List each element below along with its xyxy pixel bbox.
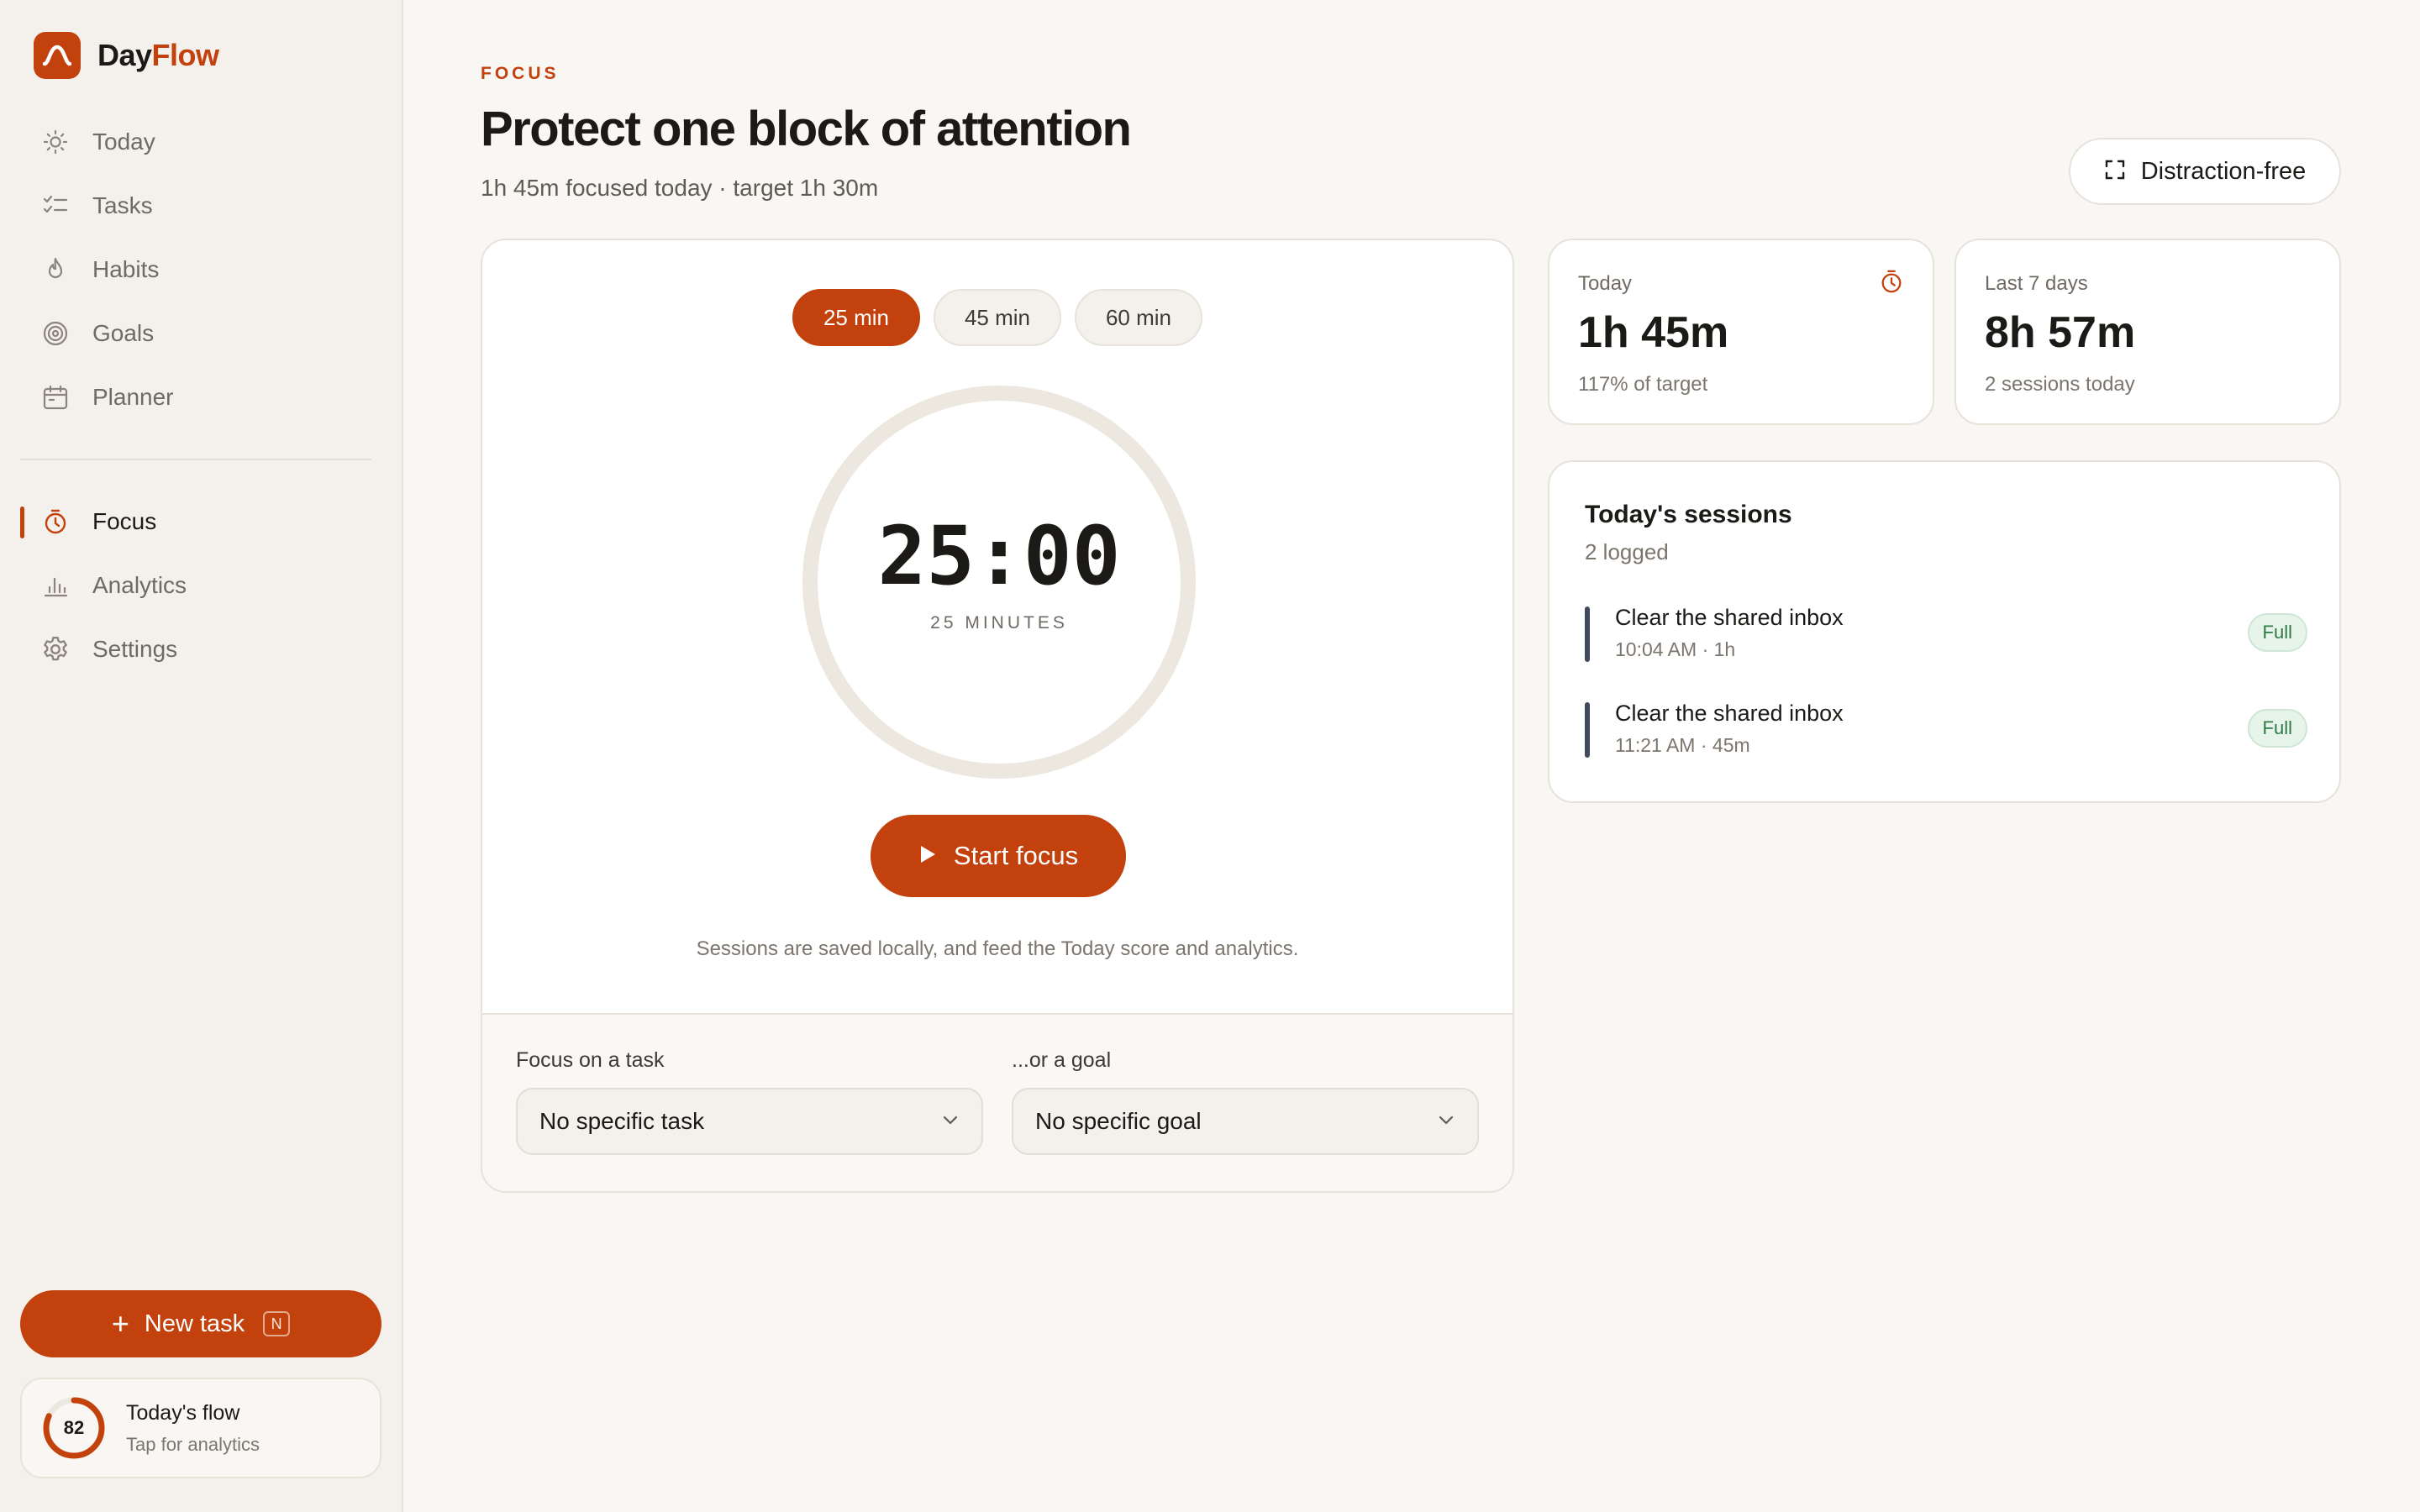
task-select[interactable]: No specific task: [516, 1088, 983, 1155]
stat-value: 8h 57m: [1985, 308, 2136, 357]
duration-selector: 25 min 45 min 60 min: [482, 289, 1512, 346]
duration-25-button[interactable]: 25 min: [792, 289, 920, 346]
session-name: Clear the shared inbox: [1615, 701, 1844, 726]
start-focus-button[interactable]: Start focus: [871, 815, 1126, 897]
stat-label: Today: [1578, 272, 1633, 295]
sidebar-item-analytics[interactable]: Analytics: [20, 556, 381, 615]
sidebar-item-habits[interactable]: Habits: [20, 240, 381, 299]
sidebar-item-label: Settings: [92, 636, 178, 662]
focus-target-panel: Focus on a task No specific task ...or a…: [482, 1013, 1512, 1191]
flow-score: 82: [63, 1417, 85, 1438]
duration-45-button[interactable]: 45 min: [934, 289, 1061, 346]
sidebar-divider: [20, 459, 371, 460]
distraction-free-button[interactable]: Distraction-free: [2069, 138, 2341, 205]
sidebar-item-today[interactable]: Today: [20, 113, 381, 171]
session-meta: 11:21 AM · 45m: [1615, 734, 1750, 756]
flow-title: Today's flow: [126, 1400, 240, 1425]
brand[interactable]: DayFlow: [34, 32, 219, 79]
session-marker: [1585, 702, 1590, 758]
expand-icon: [2104, 159, 2126, 185]
duration-60-button[interactable]: 60 min: [1075, 289, 1202, 346]
target-icon: [40, 318, 71, 349]
sidebar-item-focus[interactable]: Focus: [20, 492, 381, 551]
stat-card-last-7-days: Last 7 days 8h 57m 2 sessions today: [1954, 239, 2341, 425]
chevron-down-icon: [1437, 1114, 1455, 1130]
distraction-free-label: Distraction-free: [2140, 157, 2307, 185]
page-title: Protect one block of attention: [481, 102, 1132, 156]
sun-icon: [40, 127, 71, 157]
session-meta: 10:04 AM · 1h: [1615, 638, 1736, 660]
timer-dial: 25:00 25 MINUTES: [802, 385, 1197, 780]
stat-subtext: 2 sessions today: [1985, 373, 2135, 396]
sidebar-item-label: Tasks: [92, 192, 153, 218]
sidebar-item-label: Planner: [92, 384, 174, 410]
checklist-icon: [40, 191, 71, 221]
shortcut-key: N: [263, 1311, 291, 1336]
flow-subtitle: Tap for analytics: [126, 1433, 260, 1455]
sidebar-item-label: Today: [92, 129, 155, 155]
sidebar-item-settings[interactable]: Settings: [20, 620, 381, 679]
sidebar-item-label: Habits: [92, 256, 160, 282]
task-field: Focus on a task No specific task: [516, 1048, 983, 1155]
bar-chart-icon: [40, 570, 71, 601]
brand-name: DayFlow: [97, 38, 219, 73]
stat-label: Last 7 days: [1985, 272, 2088, 295]
session-item[interactable]: Clear the shared inbox 10:04 AM · 1h Ful…: [1585, 605, 2307, 664]
flow-score-ring: 82: [40, 1394, 108, 1462]
task-field-label: Focus on a task: [516, 1048, 665, 1072]
sidebar-item-tasks[interactable]: Tasks: [20, 176, 381, 235]
sidebar-nav: Today Tasks Habits Goals Planner Focus A…: [20, 113, 381, 684]
sidebar-item-label: Goals: [92, 320, 155, 346]
arch-icon: [34, 32, 81, 79]
session-name: Clear the shared inbox: [1615, 605, 1844, 630]
session-marker: [1585, 606, 1590, 662]
new-task-button[interactable]: + New task N: [20, 1290, 381, 1357]
goal-field-label: ...or a goal: [1012, 1048, 1112, 1072]
play-icon: [918, 844, 937, 869]
gear-icon: [40, 634, 71, 664]
sidebar-item-label: Focus: [92, 508, 157, 534]
todays-flow-card[interactable]: 82 Today's flow Tap for analytics: [20, 1378, 381, 1478]
flame-icon: [40, 255, 71, 285]
sessions-note: Sessions are saved locally, and feed the…: [696, 937, 1299, 960]
chevron-down-icon: [941, 1114, 960, 1130]
stat-card-today: Today 1h 45m 117% of target: [1548, 239, 1934, 425]
focus-timer-card: 25 min 45 min 60 min 25:00 25 MINUTES St…: [481, 239, 1514, 1193]
timer-icon: [40, 507, 71, 537]
goal-field: ...or a goal No specific goal: [1012, 1048, 1479, 1155]
sidebar-item-goals[interactable]: Goals: [20, 304, 381, 363]
sidebar: DayFlow Today Tasks Habits Goals Planner…: [0, 0, 403, 1512]
goal-select[interactable]: No specific goal: [1012, 1088, 1479, 1155]
plus-icon: +: [111, 1306, 129, 1341]
timer-icon: [1879, 269, 1904, 298]
stat-subtext: 117% of target: [1578, 373, 1708, 396]
stat-value: 1h 45m: [1578, 308, 1729, 357]
timer-value: 25:00: [877, 509, 1121, 603]
sidebar-item-label: Analytics: [92, 572, 187, 598]
timer-caption: 25 MINUTES: [930, 613, 1068, 633]
start-focus-label: Start focus: [953, 841, 1079, 870]
goal-select-value: No specific goal: [1035, 1108, 1202, 1134]
task-select-value: No specific task: [539, 1108, 705, 1134]
sessions-count: 2 logged: [1585, 539, 1669, 564]
sidebar-item-planner[interactable]: Planner: [20, 368, 381, 427]
calendar-icon: [40, 382, 71, 412]
section-eyebrow: FOCUS: [481, 64, 560, 83]
brand-name-part1: Day: [97, 38, 152, 72]
new-task-label: New task: [144, 1310, 245, 1337]
page-subtitle: 1h 45m focused today · target 1h 30m: [481, 175, 879, 201]
sessions-title: Today's sessions: [1585, 501, 1792, 528]
session-item[interactable]: Clear the shared inbox 11:21 AM · 45m Fu…: [1585, 701, 2307, 759]
todays-sessions-card: Today's sessions 2 logged Clear the shar…: [1548, 460, 2341, 803]
brand-name-part2: Flow: [151, 38, 219, 72]
session-status-badge: Full: [2247, 613, 2307, 652]
session-status-badge: Full: [2247, 709, 2307, 748]
